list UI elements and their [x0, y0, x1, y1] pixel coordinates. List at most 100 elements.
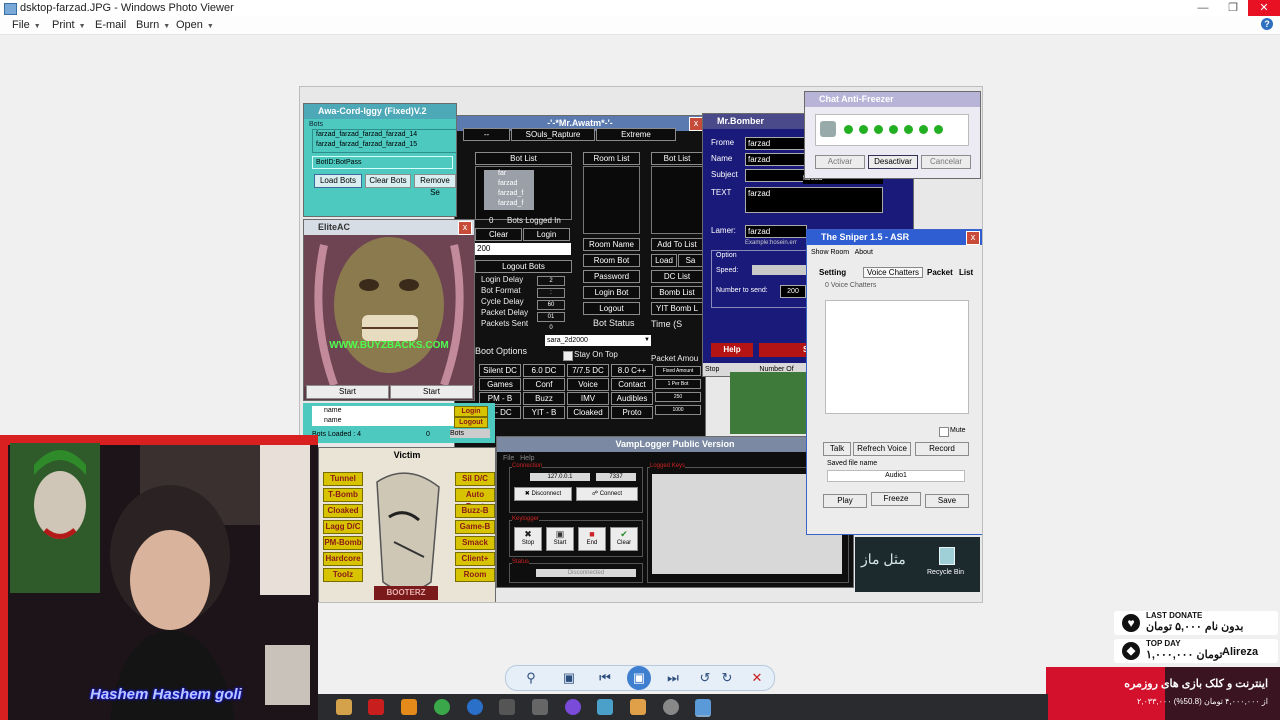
keylogger-stop-button[interactable]: ✖ Stop [514, 527, 542, 551]
photo-viewer-taskbar-icon[interactable] [695, 699, 711, 717]
obs-icon[interactable] [532, 699, 548, 715]
app-gray-icon[interactable] [663, 699, 679, 715]
save-sniper-button[interactable]: Save [925, 494, 969, 508]
tab-souls[interactable]: SOuls_Rapture [511, 128, 595, 141]
activar-button[interactable]: Activar [815, 155, 865, 169]
actual-size-icon[interactable]: ▣ [560, 669, 578, 687]
menu-email[interactable]: E-mail [95, 19, 126, 31]
menu-print[interactable]: Print ▼ [52, 19, 86, 31]
attack-button[interactable]: Audibles [611, 392, 653, 405]
victim-left-button[interactable]: Tunnel [323, 472, 363, 486]
chrome-icon[interactable] [434, 699, 450, 715]
keylogger-start-button[interactable]: ▣ Start [546, 527, 574, 551]
login-button[interactable]: Login [523, 228, 570, 241]
close-icon[interactable]: x [458, 221, 472, 235]
logout-bots-button[interactable]: Logout Bots [475, 260, 572, 273]
delete-icon[interactable]: ✕ [748, 669, 766, 687]
room-bot-button[interactable]: Room Bot [583, 254, 640, 267]
desactivar-button[interactable]: Desactivar [868, 155, 918, 169]
zoom-icon[interactable]: ⚲ [522, 669, 540, 687]
app-blue-icon[interactable] [467, 699, 483, 715]
victim-left-button[interactable]: Lagg D/C [323, 520, 363, 534]
app-cyan-icon[interactable] [597, 699, 613, 715]
menu-show-room[interactable]: Show Room [811, 249, 849, 256]
attack-button[interactable]: Conf [523, 378, 565, 391]
help-button[interactable]: Help [711, 343, 753, 357]
add-to-list-button[interactable]: Add To List [651, 238, 703, 251]
menu-file[interactable]: File ▼ [12, 19, 41, 31]
play-button[interactable]: Play [823, 494, 867, 508]
bomber-field-value[interactable]: farzad [745, 187, 883, 213]
victim-left-button[interactable]: PM-Bomb [323, 536, 363, 550]
logout-small-button[interactable]: Logout [454, 417, 488, 428]
attack-button[interactable]: Silent DC [479, 364, 521, 377]
bot-list-button[interactable]: Bot List [475, 152, 572, 165]
file-explorer-icon[interactable] [336, 699, 352, 715]
attack-button[interactable]: Voice [567, 378, 609, 391]
attack-button[interactable]: 8.0 C++ [611, 364, 653, 377]
talk-button[interactable]: Talk [823, 442, 851, 456]
login-small-button[interactable]: Login [454, 406, 488, 417]
minimize-icon[interactable]: — [1188, 0, 1218, 16]
keylogger-clear-button[interactable]: ✔ Clear [610, 527, 638, 551]
number-to-send-field[interactable]: 200 [780, 285, 806, 298]
bots-listbox[interactable]: farzad_farzad_farzad_farzad_14 farzad_fa… [312, 129, 456, 153]
remove-selected-button[interactable]: Remove Se [414, 174, 456, 197]
record-button[interactable]: Record [915, 442, 969, 456]
victim-right-button[interactable]: Sil D/C [455, 472, 495, 486]
close-icon[interactable]: ✕ [1248, 0, 1280, 16]
menu-burn[interactable]: Burn ▼ [136, 19, 170, 31]
voice-chatters-list[interactable] [825, 300, 969, 414]
tab-extreme[interactable]: Extreme [596, 128, 676, 141]
victim-right-button[interactable]: Auto Boot [455, 488, 495, 511]
login-bot-button[interactable]: Login Bot [583, 286, 640, 299]
tab-packet[interactable]: Packet [927, 268, 953, 277]
victim-right-button[interactable]: Game-B [455, 520, 495, 534]
next-icon[interactable]: ⏭ [664, 669, 682, 687]
port-field[interactable]: 7337 [596, 473, 636, 481]
start-button-1[interactable]: Start [306, 385, 389, 399]
victim-left-button[interactable]: Toolz [323, 568, 363, 582]
freeze-button[interactable]: Freeze [871, 492, 921, 506]
attack-button[interactable]: Contact [611, 378, 653, 391]
save-button[interactable]: Sa [678, 254, 703, 267]
clear-bots-button[interactable]: Clear Bots [365, 174, 411, 188]
bots-name-list[interactable]: name name [312, 406, 454, 426]
restore-icon[interactable]: ❐ [1218, 0, 1248, 16]
yit-bomb-list-button[interactable]: YIT Bomb L [651, 302, 703, 315]
attack-button[interactable]: YIT - B [523, 406, 565, 419]
load-button[interactable]: Load [651, 254, 677, 267]
ip-field[interactable]: 127.0.0.1 [530, 473, 590, 481]
victim-right-button[interactable]: Client+ [455, 552, 495, 566]
victim-right-button[interactable]: Smack [455, 536, 495, 550]
room-name-button[interactable]: Room Name [583, 238, 640, 251]
victim-left-button[interactable]: Cloaked [323, 504, 363, 518]
rotate-left-icon[interactable]: ↺ [696, 669, 714, 687]
clear-button[interactable]: Clear [475, 228, 522, 241]
refresh-voice-button[interactable]: Refrech Voice [853, 442, 911, 456]
lamer-field[interactable]: farzad [745, 225, 807, 238]
bomb-list-button[interactable]: Bomb List [651, 286, 703, 299]
connect-button[interactable]: ☍ Connect [576, 487, 638, 501]
keylogger-end-button[interactable]: ■ End [578, 527, 606, 551]
tab-voice-chatters[interactable]: Voice Chatters [863, 267, 924, 278]
bomber-field-value[interactable]: farzad [745, 153, 807, 166]
victim-right-button[interactable]: Buzz-B [455, 504, 495, 518]
delay-select[interactable]: 200 [475, 243, 571, 255]
app-h-icon[interactable] [499, 699, 515, 715]
close-icon[interactable]: x [966, 231, 980, 245]
bomber-field-value[interactable] [745, 169, 807, 182]
victim-left-button[interactable]: T-Bomb [323, 488, 363, 502]
attack-button[interactable]: Cloaked [567, 406, 609, 419]
menu-about[interactable]: About [855, 249, 873, 256]
tab-setting[interactable]: Setting [819, 268, 846, 277]
vamp-menu-file[interactable]: File [503, 455, 514, 462]
attack-button[interactable]: 7/7.5 DC [567, 364, 609, 377]
attack-button[interactable]: Buzz [523, 392, 565, 405]
stay-on-top-checkbox[interactable] [563, 351, 573, 361]
start-button-2[interactable]: Start [390, 385, 473, 399]
load-bots-button[interactable]: Load Bots [314, 174, 362, 188]
speed-slider[interactable] [752, 265, 808, 275]
app-orange-icon[interactable] [630, 699, 646, 715]
file-name-field[interactable]: Audio1 [827, 470, 965, 482]
